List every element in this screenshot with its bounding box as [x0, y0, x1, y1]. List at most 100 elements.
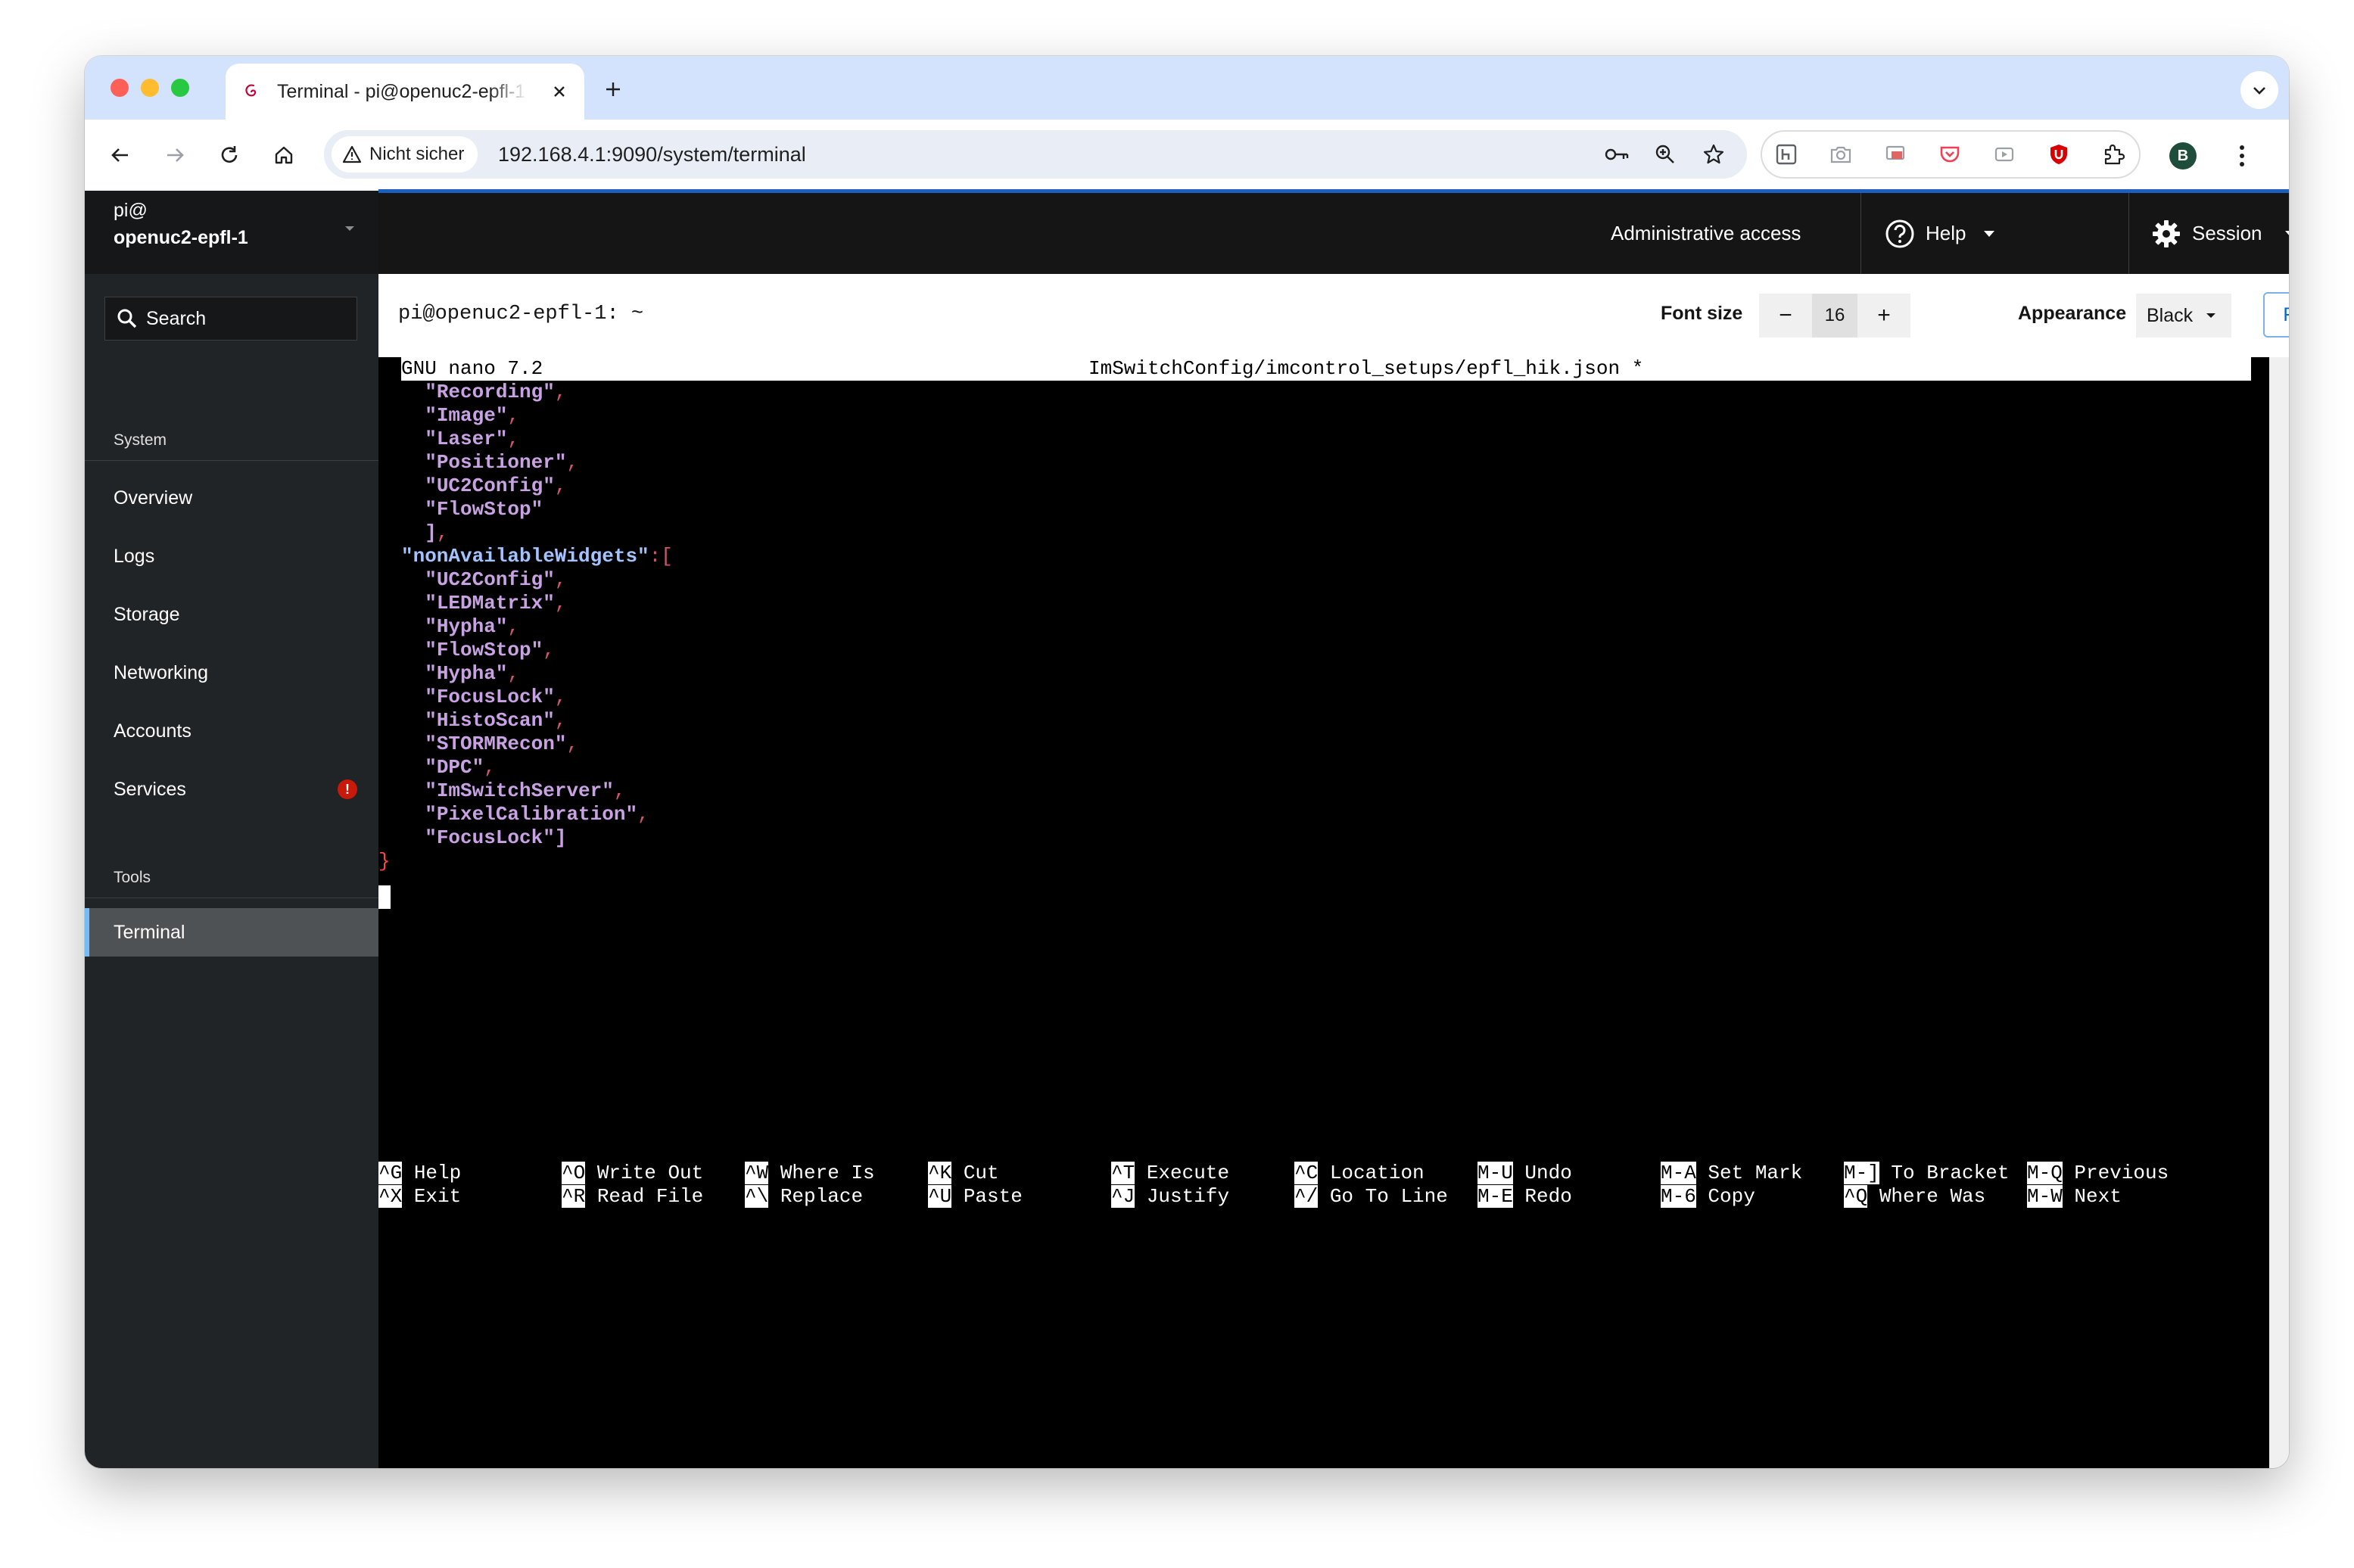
code-line: "Hypha",	[425, 615, 520, 638]
code-line: "LEDMatrix",	[425, 592, 567, 614]
nav-section-tools: Tools	[114, 869, 151, 886]
address-bar[interactable]: Nicht sicher 192.168.4.1:9090/system/ter…	[324, 130, 1747, 179]
nano-shortcut: M-E Redo	[1477, 1185, 1572, 1208]
host-user: pi@	[114, 200, 148, 221]
search-icon	[117, 309, 137, 328]
reset-button[interactable]: Reset	[2263, 292, 2289, 338]
cast-screen-extension-icon[interactable]	[1880, 139, 1910, 170]
nano-shortcut: ^Q Where Was	[1844, 1185, 1986, 1208]
debian-swirl-icon	[242, 82, 262, 101]
search-label: Search	[146, 307, 207, 329]
code-line: "Hypha",	[425, 662, 520, 685]
reload-icon[interactable]	[212, 138, 247, 173]
cockpit-masthead: Administrative access Help Session	[378, 193, 2289, 274]
code-line: ],	[425, 521, 449, 544]
sidebar-item-terminal[interactable]: Terminal	[85, 908, 378, 957]
nano-shortcut: ^G Help	[378, 1162, 462, 1184]
administrative-access-button[interactable]: Administrative access	[1611, 193, 1801, 274]
tab-strip: Terminal - pi@openuc2-epfl-1	[85, 56, 2289, 120]
bookmark-star-icon[interactable]	[1699, 139, 1729, 170]
caret-down-icon	[2284, 230, 2289, 235]
warning-triangle-icon	[342, 145, 362, 163]
nano-shortcut: ^C Location	[1294, 1162, 1425, 1184]
back-arrow-icon[interactable]	[103, 138, 138, 173]
url-text[interactable]: 192.168.4.1:9090/system/terminal	[498, 143, 806, 166]
tab-search-chevron-icon[interactable]	[2240, 71, 2278, 109]
nano-shortcut: M-A Set Mark	[1661, 1162, 1803, 1184]
appearance-select[interactable]: Black	[2136, 294, 2231, 338]
cockpit-sidebar: pi@ openuc2-epfl-1 Search System Overvie…	[85, 191, 378, 1468]
h-extension-icon[interactable]	[1771, 139, 1801, 170]
video-extension-icon[interactable]	[1989, 139, 2019, 170]
terminal-title: pi@openuc2-epfl-1: ~	[398, 303, 644, 325]
zoom-icon[interactable]	[1650, 139, 1680, 170]
code-line: "UC2Config",	[425, 474, 567, 497]
session-menu-button[interactable]: Session	[2151, 193, 2289, 274]
code-line: "FocusLock",	[425, 686, 567, 708]
sidebar-item-services[interactable]: Services !	[85, 765, 378, 814]
browser-tab-terminal[interactable]: Terminal - pi@openuc2-epfl-1	[226, 64, 584, 120]
extensions-group	[1761, 130, 2141, 179]
nano-shortcut: ^O Write Out	[562, 1162, 704, 1184]
camera-extension-icon[interactable]	[1826, 139, 1856, 170]
security-chip[interactable]: Nicht sicher	[332, 136, 478, 173]
browser-menu-icon[interactable]	[2227, 139, 2257, 173]
tab-title: Terminal - pi@openuc2-epfl-1	[277, 80, 526, 102]
code-line: "Image",	[425, 404, 520, 427]
security-label: Nicht sicher	[369, 144, 465, 164]
font-size-decrease-button[interactable]: −	[1759, 294, 1812, 338]
close-window-button[interactable]	[111, 79, 129, 97]
home-icon[interactable]	[266, 138, 301, 173]
code-line: "Recording",	[425, 381, 567, 403]
caret-down-icon	[2206, 313, 2216, 318]
nav-section-system: System	[114, 431, 167, 449]
nano-shortcut: M-U Undo	[1477, 1162, 1572, 1184]
nano-shortcut: M-W Next	[2027, 1185, 2122, 1208]
sidebar-item-logs[interactable]: Logs	[85, 532, 378, 580]
host-switcher[interactable]: pi@ openuc2-epfl-1	[85, 191, 378, 274]
minimize-window-button[interactable]	[141, 79, 159, 97]
nano-filename: ImSwitchConfig/imcontrol_setups/epfl_hik…	[1088, 357, 1644, 380]
code-line: "Laser",	[425, 428, 520, 450]
ublock-shield-icon[interactable]	[2044, 139, 2074, 170]
nano-title-bar: GNU nano 7.2 ImSwitchConfig/imcontrol_se…	[401, 357, 2251, 381]
sidebar-item-overview[interactable]: Overview	[85, 474, 378, 522]
forward-arrow-icon[interactable]	[157, 138, 192, 173]
code-line: "STORMRecon",	[425, 733, 579, 755]
help-menu-button[interactable]: Help	[1885, 193, 1997, 274]
sidebar-item-accounts[interactable]: Accounts	[85, 707, 378, 755]
code-line: "FocusLock"]	[425, 826, 567, 849]
font-size-value[interactable]: 16	[1812, 294, 1857, 338]
code-line: "FlowStop",	[425, 639, 555, 661]
text-cursor	[378, 885, 391, 909]
nano-shortcut: ^J Justify	[1111, 1185, 1230, 1208]
browser-toolbar: Nicht sicher 192.168.4.1:9090/system/ter…	[85, 120, 2289, 191]
nano-shortcut: ^/ Go To Line	[1294, 1185, 1448, 1208]
sidebar-item-networking[interactable]: Networking	[85, 649, 378, 697]
help-circle-icon	[1885, 219, 1914, 247]
maximize-window-button[interactable]	[171, 79, 189, 97]
terminal-toolbar: pi@openuc2-epfl-1: ~ Font size − 16 + Ap…	[378, 274, 2289, 358]
new-tab-icon[interactable]	[598, 74, 628, 104]
profile-avatar[interactable]: B	[2169, 142, 2197, 170]
code-line: "ImSwitchServer",	[425, 779, 626, 802]
nano-shortcut: ^U Paste	[928, 1185, 1023, 1208]
nano-shortcut: M-Q Previous	[2027, 1162, 2169, 1184]
terminal-screen[interactable]: GNU nano 7.2 ImSwitchConfig/imcontrol_se…	[378, 357, 2269, 1468]
extensions-puzzle-icon[interactable]	[2098, 139, 2128, 170]
caret-down-icon	[1984, 230, 1995, 237]
code-line: "UC2Config",	[425, 568, 567, 591]
nano-shortcut: ^X Exit	[378, 1185, 462, 1208]
nav-divider	[85, 460, 378, 461]
code-line: "PixelCalibration",	[425, 803, 649, 826]
close-tab-icon[interactable]	[548, 80, 571, 103]
pocket-extension-icon[interactable]	[1935, 139, 1965, 170]
sidebar-search[interactable]: Search	[104, 297, 357, 341]
password-key-icon[interactable]	[1602, 139, 1632, 170]
code-line: "DPC",	[425, 756, 496, 779]
nano-shortcut: M-6 Copy	[1661, 1185, 1755, 1208]
terminal-scrollbar[interactable]	[2269, 357, 2289, 1468]
font-size-increase-button[interactable]: +	[1857, 294, 1910, 338]
masthead-divider	[2128, 193, 2129, 274]
sidebar-item-storage[interactable]: Storage	[85, 590, 378, 639]
